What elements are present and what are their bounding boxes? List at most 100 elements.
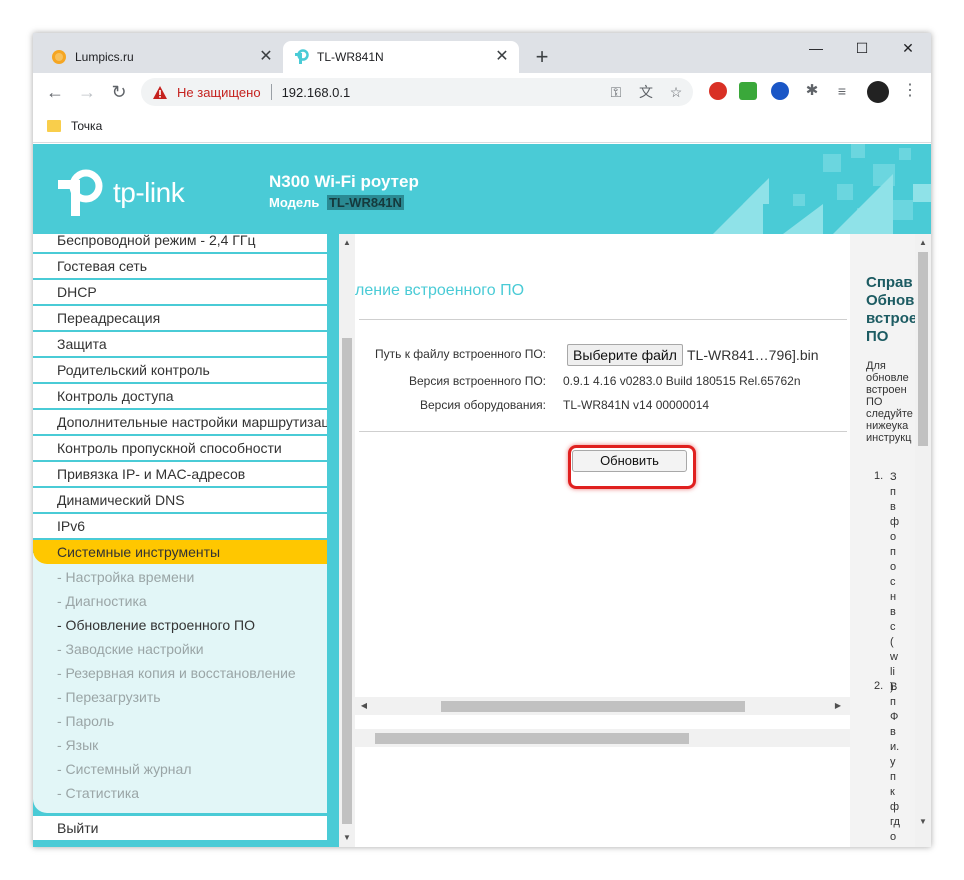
menu-security[interactable]: Защита: [33, 332, 327, 356]
router-header: tp-link N300 Wi-Fi роутер Модель TL-WR84…: [33, 144, 931, 234]
reload-button[interactable]: ↻: [107, 80, 131, 104]
page-title: ление встроенного ПО: [355, 282, 525, 299]
submenu-diagnostics[interactable]: - Диагностика: [57, 593, 147, 609]
extensions-puzzle-icon[interactable]: ✱: [803, 82, 821, 100]
hardware-version-label: Версия оборудования:: [420, 398, 546, 412]
divider: [270, 84, 272, 100]
url-text[interactable]: 192.168.0.1: [282, 85, 351, 100]
back-button[interactable]: ←: [43, 80, 67, 104]
address-bar[interactable]: Не защищено 192.168.0.1 ⚿ 文 ☆: [141, 78, 693, 106]
music-extension-icon[interactable]: [739, 82, 757, 100]
submenu-firmware-upgrade[interactable]: - Обновление встроенного ПО: [57, 617, 255, 633]
bookmark-star-icon[interactable]: ☆: [667, 83, 685, 101]
update-button[interactable]: Обновить: [572, 450, 687, 472]
scroll-left-arrow-icon[interactable]: ◀: [357, 699, 371, 713]
divider: [359, 431, 847, 432]
close-window-button[interactable]: ✕: [885, 33, 931, 63]
router-title: N300 Wi-Fi роутер: [269, 172, 419, 191]
key-icon[interactable]: ⚿: [607, 83, 625, 101]
divider: [359, 319, 847, 320]
submenu-password[interactable]: - Пароль: [57, 713, 114, 729]
bookmark-folder[interactable]: Точка: [47, 119, 102, 133]
bookmark-label: Точка: [71, 119, 103, 133]
submenu-reboot[interactable]: - Перезагрузить: [57, 689, 161, 705]
bookmarks-bar: Точка: [33, 111, 931, 143]
scrollbar-thumb[interactable]: [342, 338, 352, 824]
help-text: Для обновле встроен ПО следуйте нижеука …: [866, 360, 913, 444]
system-tools-submenu: - Настройка времени - Диагностика - Обно…: [33, 553, 327, 813]
content-horizontal-scrollbar[interactable]: ◀ ▶: [355, 697, 852, 715]
choose-file-button[interactable]: Выберите файл: [567, 344, 683, 366]
warning-icon[interactable]: [151, 83, 169, 101]
router-model: Модель TL-WR841N: [269, 195, 404, 210]
tab-lumpics[interactable]: Lumpics.ru ✕: [41, 41, 283, 73]
scrollbar-thumb[interactable]: [918, 252, 928, 446]
menu-bandwidth-control[interactable]: Контроль пропускной способности: [33, 436, 327, 460]
tp-link-logo-icon: [58, 169, 103, 216]
scrollbar-thumb[interactable]: [441, 701, 745, 712]
firmware-path-label: Путь к файлу встроенного ПО:: [375, 347, 546, 361]
submenu-statistics[interactable]: - Статистика: [57, 785, 139, 801]
firmware-version-value: 0.9.1 4.16 v0283.0 Build 180515 Rel.6576…: [563, 374, 801, 388]
media-queue-icon[interactable]: ≡: [833, 82, 851, 100]
brand-name: tp-link: [113, 177, 185, 208]
selected-file-name: TL-WR841…796].bin: [687, 347, 819, 363]
submenu-system-log[interactable]: - Системный журнал: [57, 761, 192, 777]
browser-window: Lumpics.ru ✕ TL-WR841N ✕ + — ☐ ✕ ← → ↻ Н…: [33, 33, 931, 847]
scroll-down-arrow-icon[interactable]: ▼: [915, 815, 931, 829]
browser-toolbar: ← → ↻ Не защищено 192.168.0.1 ⚿ 文 ☆ ✱ ≡ …: [33, 73, 931, 111]
menu-dynamic-dns[interactable]: Динамический DNS: [33, 488, 327, 512]
firmware-upgrade-panel: ление встроенного ПО Путь к файлу встрое…: [355, 234, 852, 847]
lumpics-icon: [51, 49, 67, 65]
security-status[interactable]: Не защищено: [177, 85, 261, 100]
close-tab-icon[interactable]: ✕: [493, 48, 511, 66]
help-step-number: 2.: [874, 680, 884, 692]
tab-router[interactable]: TL-WR841N ✕: [283, 41, 519, 73]
tab-strip: Lumpics.ru ✕ TL-WR841N ✕ + — ☐ ✕: [33, 33, 931, 73]
submenu-time-settings[interactable]: - Настройка времени: [57, 569, 194, 585]
submenu-language[interactable]: - Язык: [57, 737, 98, 753]
firmware-version-label: Версия встроенного ПО:: [409, 374, 546, 388]
menu-access-control[interactable]: Контроль доступа: [33, 384, 327, 408]
translate-icon[interactable]: 文: [637, 83, 655, 101]
folder-icon: [47, 120, 61, 132]
menu-system-tools[interactable]: Системные инструменты: [33, 540, 327, 564]
header-pattern-graphic: [713, 144, 931, 234]
menu-logout[interactable]: Выйти: [33, 816, 327, 840]
scroll-down-arrow-icon[interactable]: ▼: [339, 831, 355, 845]
model-value: TL-WR841N: [326, 195, 404, 210]
help-scrollbar[interactable]: ▲ ▼: [915, 234, 931, 847]
menu-parental-control[interactable]: Родительский контроль: [33, 358, 327, 382]
scroll-up-arrow-icon[interactable]: ▲: [339, 236, 355, 250]
sidebar-menu: Беспроводной режим - 2,4 ГГц Гостевая се…: [33, 234, 339, 847]
submenu-backup-restore[interactable]: - Резервная копия и восстановление: [57, 665, 296, 681]
page-horizontal-scrollbar[interactable]: [355, 729, 852, 747]
tp-link-favicon-icon: [293, 49, 309, 65]
tp-link-logo: tp-link: [55, 168, 185, 218]
help-step-number: 1.: [874, 470, 884, 482]
menu-forwarding[interactable]: Переадресация: [33, 306, 327, 330]
scrollbar-thumb[interactable]: [375, 733, 689, 744]
sidebar-scrollbar[interactable]: ▲ ▼: [339, 234, 355, 847]
hardware-version-value: TL-WR841N v14 00000014: [563, 398, 710, 412]
menu-ipv6[interactable]: IPv6: [33, 514, 327, 538]
adblock-extension-icon[interactable]: [709, 82, 727, 100]
menu-guest-network[interactable]: Гостевая сеть: [33, 254, 327, 278]
forward-button[interactable]: →: [75, 80, 99, 104]
menu-dhcp[interactable]: DHCP: [33, 280, 327, 304]
model-label: Модель: [269, 195, 320, 210]
close-tab-icon[interactable]: ✕: [257, 48, 275, 66]
maximize-button[interactable]: ☐: [839, 33, 885, 63]
vpn-extension-icon[interactable]: [771, 82, 789, 100]
scroll-up-arrow-icon[interactable]: ▲: [915, 236, 931, 250]
scroll-right-arrow-icon[interactable]: ▶: [831, 699, 845, 713]
submenu-factory-defaults[interactable]: - Заводские настройки: [57, 641, 204, 657]
menu-kebab-icon[interactable]: ⋮: [901, 82, 919, 100]
new-tab-button[interactable]: +: [529, 45, 555, 71]
menu-ip-mac-binding[interactable]: Привязка IP- и MAC-адресов: [33, 462, 327, 486]
router-page: tp-link N300 Wi-Fi роутер Модель TL-WR84…: [33, 144, 931, 847]
minimize-button[interactable]: —: [793, 33, 839, 63]
menu-advanced-routing[interactable]: Дополнительные настройки маршрутизации: [33, 410, 327, 434]
profile-avatar[interactable]: [867, 81, 889, 103]
menu-wireless[interactable]: Беспроводной режим - 2,4 ГГц: [33, 234, 327, 252]
